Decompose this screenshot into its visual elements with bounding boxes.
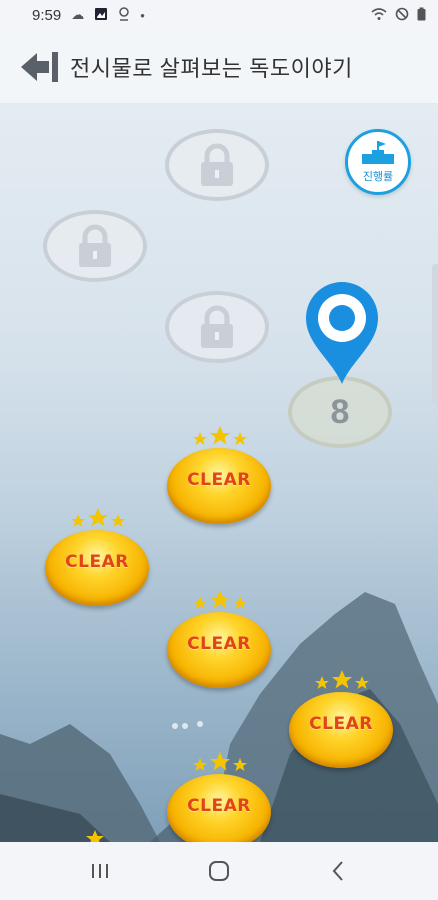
system-nav-bar bbox=[0, 842, 438, 900]
stars-icon bbox=[193, 426, 247, 445]
system-back-button[interactable] bbox=[318, 851, 358, 891]
stage-number: 8 bbox=[330, 392, 350, 431]
clear-coin: CLEAR bbox=[45, 530, 149, 606]
stars-icon bbox=[71, 508, 125, 527]
back-button[interactable] bbox=[18, 45, 62, 89]
recent-apps-icon bbox=[91, 864, 108, 878]
back-icon bbox=[332, 861, 344, 881]
stage-map: 8 CLEAR CLEAR CLEAR CLEAR CLEAR bbox=[0, 104, 438, 842]
battery-icon bbox=[417, 7, 426, 24]
clear-label: CLEAR bbox=[187, 470, 251, 490]
clear-label: CLEAR bbox=[187, 796, 251, 816]
clear-coin: CLEAR bbox=[289, 692, 393, 768]
status-time: 9:59 bbox=[32, 6, 62, 24]
home-icon bbox=[208, 861, 229, 881]
current-stage[interactable]: 8 bbox=[288, 376, 392, 448]
page-title: 전시물로 살펴보는 독도이야기 bbox=[70, 55, 353, 81]
cleared-stage[interactable]: CLEAR bbox=[167, 590, 275, 690]
stars-icon bbox=[315, 670, 369, 689]
map-pin-icon bbox=[306, 282, 378, 384]
gallery-icon bbox=[94, 7, 108, 24]
star-icon bbox=[86, 830, 104, 842]
app-header: 전시물로 살펴보는 독도이야기 bbox=[0, 30, 438, 104]
lock-icon bbox=[201, 143, 233, 186]
cloud-icon: ☁ bbox=[71, 7, 85, 22]
location-icon bbox=[118, 6, 130, 24]
recent-apps-button[interactable] bbox=[80, 851, 120, 891]
status-bar: 9:59 ☁ • bbox=[0, 0, 438, 30]
clear-coin: CLEAR bbox=[167, 612, 271, 688]
do-not-disturb-icon bbox=[395, 7, 409, 24]
side-panel-handle[interactable] bbox=[432, 264, 438, 404]
home-button[interactable] bbox=[199, 851, 239, 891]
progress-button[interactable]: 진행률 bbox=[345, 129, 411, 195]
progress-label: 진행률 bbox=[362, 171, 394, 183]
clear-label: CLEAR bbox=[187, 634, 251, 654]
cleared-stage[interactable]: CLEAR bbox=[289, 670, 397, 770]
locked-stage[interactable] bbox=[165, 291, 269, 363]
cleared-stage[interactable]: CLEAR bbox=[45, 508, 153, 608]
locked-stage[interactable] bbox=[165, 129, 269, 201]
stars-icon bbox=[193, 752, 247, 771]
back-arrow-icon bbox=[21, 51, 58, 82]
locked-stage[interactable] bbox=[43, 210, 147, 282]
clear-coin: CLEAR bbox=[167, 774, 271, 842]
dot-icon: • bbox=[140, 7, 145, 23]
wifi-icon bbox=[371, 7, 387, 24]
cleared-stage[interactable]: CLEAR bbox=[167, 752, 275, 842]
clear-coin: CLEAR bbox=[167, 448, 271, 524]
cleared-stage[interactable]: CLEAR bbox=[167, 426, 275, 526]
lock-icon bbox=[201, 305, 233, 348]
flag-podium-icon bbox=[362, 141, 394, 164]
lock-icon bbox=[79, 224, 111, 267]
clear-label: CLEAR bbox=[65, 552, 129, 572]
stars-icon bbox=[193, 590, 247, 609]
clear-label: CLEAR bbox=[309, 714, 373, 734]
